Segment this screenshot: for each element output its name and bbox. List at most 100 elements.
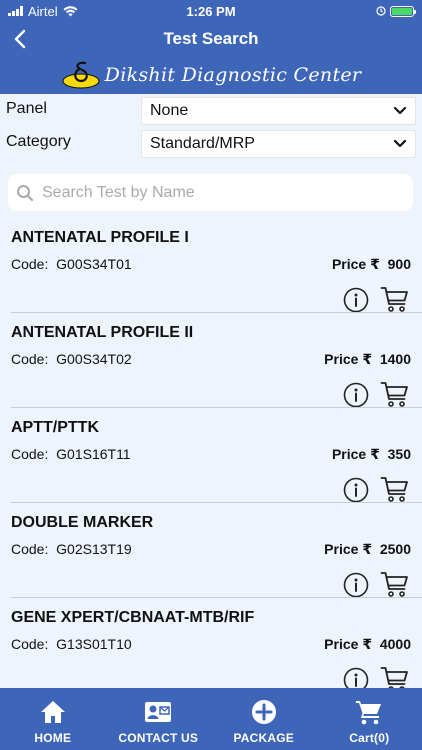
brand-logo-icon (62, 61, 100, 89)
test-price-label: Price (331, 446, 367, 462)
chevron-down-icon (393, 139, 407, 148)
info-button[interactable] (343, 477, 369, 503)
test-price: Price ₹ 900 (332, 256, 411, 273)
test-price: Price ₹ 2500 (324, 541, 411, 558)
test-list-item[interactable]: APTT/PTTK Code: G01S16T11 Price ₹ 350 (0, 408, 422, 503)
add-to-cart-button[interactable] (380, 570, 410, 598)
test-name: ANTENATAL PROFILE II (11, 324, 194, 341)
tab-package[interactable]: PACKAGE (211, 688, 317, 750)
alarm-icon (376, 6, 386, 16)
test-code-label: Code: (11, 541, 49, 557)
chevron-left-icon (14, 29, 26, 49)
test-name: GENE XPERT/CBNAAT-MTB/RIF (11, 609, 255, 626)
test-price-label: Price (324, 541, 359, 557)
info-button[interactable] (343, 382, 369, 408)
test-code-label: Code: (11, 256, 49, 272)
add-to-cart-icon (380, 287, 408, 312)
tab-contact-label: CONTACT US (118, 731, 199, 745)
rupee-symbol: ₹ (362, 636, 373, 652)
test-price-value: 900 (387, 256, 411, 272)
category-row: Category Standard/MRP (0, 130, 422, 158)
add-to-cart-button[interactable] (380, 475, 410, 503)
battery-icon (390, 5, 416, 17)
brand-banner: Dikshit Diagnostic Center (0, 56, 422, 94)
test-name: APTT/PTTK (11, 419, 99, 436)
tab-contact-us[interactable]: CONTACT US (106, 688, 212, 750)
carrier-name: Airtel (28, 3, 58, 19)
signal-icon (8, 6, 23, 16)
back-button[interactable] (6, 25, 34, 53)
search-bar (8, 174, 413, 211)
test-code-value: G01S16T11 (56, 446, 131, 462)
test-code: Code: G13S01T10 (11, 636, 132, 652)
tab-cart-label: Cart(0) (349, 731, 390, 745)
info-icon (343, 382, 369, 408)
panel-row: Panel None (0, 97, 422, 125)
test-price-value: 4000 (379, 636, 411, 652)
test-price-label: Price (324, 636, 359, 652)
add-to-cart-button[interactable] (380, 285, 410, 313)
tab-bar: HOME CONTACT US PACKAGE Cart(0) (0, 688, 422, 750)
test-list-item[interactable]: ANTENATAL PROFILE II Code: G00S34T02 Price… (0, 313, 422, 408)
brand-name: Dikshit Diagnostic Center (104, 64, 362, 86)
test-code-value: G00S34T02 (56, 351, 132, 367)
test-price-label: Price (331, 256, 367, 272)
search-input[interactable] (42, 183, 405, 202)
info-button[interactable] (343, 287, 369, 313)
test-code: Code: G02S13T19 (11, 541, 132, 557)
test-name: DOUBLE MARKER (11, 514, 154, 531)
add-to-cart-button[interactable] (380, 665, 410, 688)
test-code: Code: G00S34T02 (11, 351, 132, 367)
info-icon (343, 477, 369, 503)
test-code-value: G02S13T19 (56, 541, 132, 557)
panel-select[interactable]: None (141, 97, 416, 125)
wifi-icon (63, 5, 78, 16)
contact-card-icon (145, 702, 172, 722)
add-circle-icon (251, 700, 276, 724)
category-select[interactable]: Standard/MRP (141, 130, 416, 158)
add-to-cart-button[interactable] (380, 380, 410, 408)
test-name: ANTENATAL PROFILE I (11, 229, 189, 246)
test-list-item[interactable]: GENE XPERT/CBNAAT-MTB/RIF Code: G13S01T10… (0, 598, 422, 688)
test-code: Code: G00S34T01 (11, 256, 132, 272)
nav-header: Test Search (0, 22, 422, 56)
rupee-symbol: ₹ (362, 351, 373, 367)
rupee-symbol: ₹ (370, 446, 380, 462)
panel-value: None (150, 102, 189, 119)
cart-icon (356, 701, 382, 725)
test-code-label: Code: (11, 446, 49, 462)
test-code: Code: G01S16T11 (11, 446, 131, 462)
tab-home[interactable]: HOME (0, 688, 106, 750)
test-list-item[interactable]: DOUBLE MARKER Code: G02S13T19 Price ₹ 2500 (0, 503, 422, 598)
status-right (376, 5, 416, 17)
add-to-cart-icon (380, 572, 408, 597)
category-label: Category (6, 133, 71, 150)
test-code-value: G00S34T01 (56, 256, 132, 272)
chevron-down-icon (393, 106, 407, 115)
test-code-label: Code: (11, 636, 49, 652)
search-icon (17, 184, 34, 201)
tab-home-label: HOME (34, 731, 72, 745)
category-value: Standard/MRP (150, 135, 255, 152)
info-button[interactable] (343, 667, 369, 688)
add-to-cart-icon (380, 382, 408, 407)
add-to-cart-icon (380, 477, 408, 502)
test-list[interactable]: ANTENATAL PROFILE I Code: G00S34T01 Price … (0, 218, 422, 688)
info-button[interactable] (343, 572, 369, 598)
info-icon (343, 287, 369, 313)
test-price-value: 1400 (379, 351, 411, 367)
test-price: Price ₹ 350 (332, 446, 411, 463)
test-list-item[interactable]: ANTENATAL PROFILE I Code: G00S34T01 Price … (0, 218, 422, 313)
test-code-label: Code: (11, 351, 49, 367)
test-price-value: 350 (387, 446, 411, 462)
add-to-cart-icon (380, 667, 408, 688)
test-price-value: 2500 (379, 541, 411, 557)
info-icon (343, 667, 369, 688)
rupee-symbol: ₹ (370, 256, 380, 272)
status-bar: Airtel 1:26 PM (0, 0, 422, 22)
info-icon (343, 572, 369, 598)
rupee-symbol: ₹ (362, 541, 373, 557)
tab-cart[interactable]: Cart(0) (317, 688, 422, 750)
home-icon (40, 701, 65, 723)
tab-package-label: PACKAGE (233, 731, 294, 745)
